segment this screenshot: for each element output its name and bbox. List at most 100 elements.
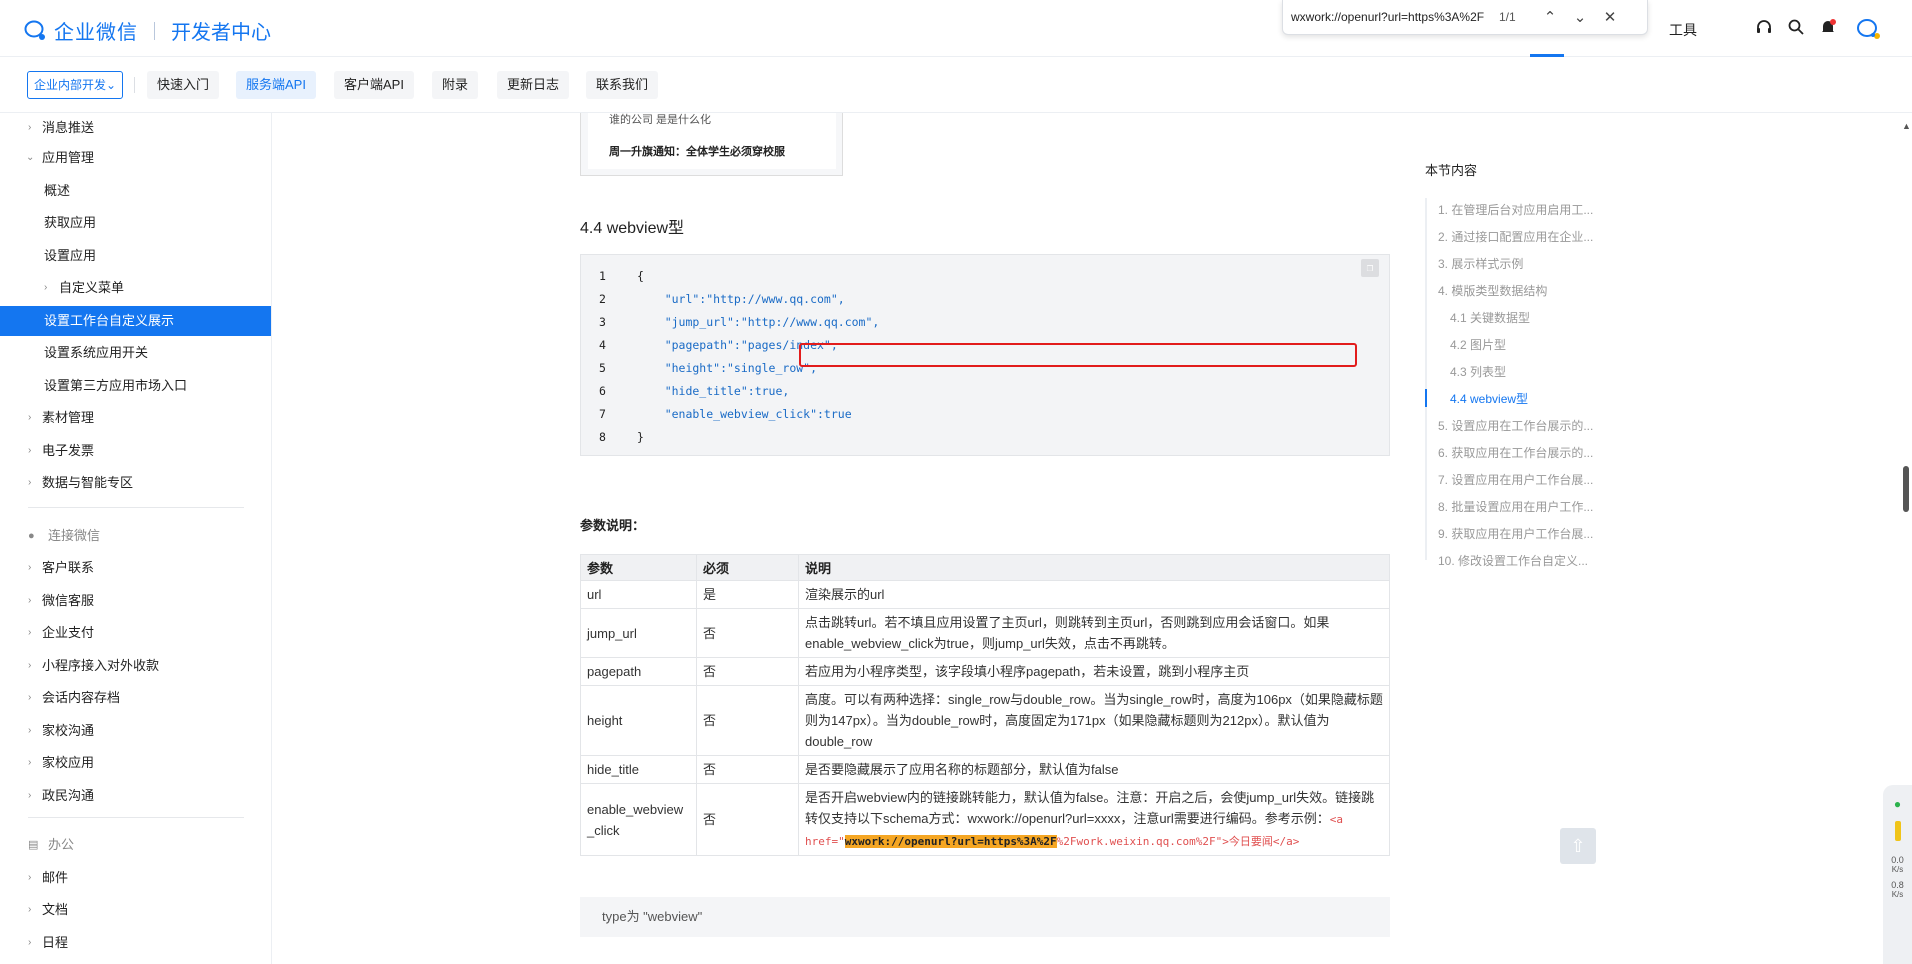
sidebar-item-third-party-market[interactable]: 设置第三方应用市场入口: [0, 371, 271, 401]
find-close-icon[interactable]: ✕: [1595, 8, 1625, 26]
find-next-icon[interactable]: ⌄: [1565, 8, 1595, 26]
sidebar-item-school-app[interactable]: › 家校应用: [0, 748, 271, 778]
code-text: {: [637, 269, 644, 283]
sidebar-item-gov-contact[interactable]: › 政民沟通: [0, 781, 271, 811]
sidebar-item-app-management[interactable]: ⌄ 应用管理: [0, 143, 271, 173]
sidebar-item-miniprogram-pay[interactable]: › 小程序接入对外收款: [0, 651, 271, 681]
chevron-right-icon: ›: [28, 692, 32, 703]
sidebar-item-set-app[interactable]: 设置应用: [0, 241, 271, 271]
tools-menu[interactable]: 工具: [1669, 20, 1697, 40]
sidebar-item-label: 设置应用: [44, 248, 97, 263]
nav-item-server-api[interactable]: 服务端API: [236, 71, 316, 99]
chevron-down-icon: ⌄: [105, 78, 117, 92]
sidebar-item-label: 邮件: [42, 870, 69, 885]
example-screenshot: 谁的公司 是是什么化 周一升旗通知：全体学生必须穿校服: [580, 113, 843, 176]
col-header-required: 必须: [696, 554, 799, 581]
code-text: "height":"single_row",: [637, 361, 818, 375]
toc-item[interactable]: 3. 展示样式示例: [1438, 255, 1523, 273]
toc-item[interactable]: 7. 设置应用在用户工作台展...: [1438, 471, 1593, 489]
param-desc: 渲染展示的url: [798, 580, 1390, 609]
back-to-top-button[interactable]: ⇧: [1560, 828, 1596, 864]
sidebar-item-data-intelligence[interactable]: › 数据与智能专区: [0, 468, 271, 498]
sidebar-item-label: 素材管理: [42, 410, 95, 425]
sidebar-item-enterprise-pay[interactable]: › 企业支付: [0, 618, 271, 648]
sidebar-item-label: 会话内容存档: [42, 690, 121, 705]
sidebar-item-custom-menu[interactable]: › 自定义菜单: [0, 273, 271, 303]
sidebar-item-docs[interactable]: › 文档: [0, 895, 271, 925]
sidebar-item-label: 应用管理: [42, 150, 95, 165]
toc-item[interactable]: 2. 通过接口配置应用在企业...: [1438, 228, 1593, 246]
chevron-right-icon: ›: [28, 872, 32, 883]
example-line: 谁的公司 是是什么化: [609, 114, 712, 126]
sidebar-item-workbench-display[interactable]: 设置工作台自定义展示: [0, 306, 271, 336]
toc-item[interactable]: 4.3 列表型: [1450, 363, 1506, 381]
download-unit: K/s: [1891, 890, 1904, 899]
params-table: 参数 必须 说明 url 是 渲染展示的url jump_url 否 点击跳转u…: [580, 554, 1390, 856]
sidebar-item-school-contact[interactable]: › 家校沟通: [0, 716, 271, 746]
toc-item[interactable]: 1. 在管理后台对应用启用工...: [1438, 201, 1593, 219]
logo[interactable]: 企业微信 开发者中心: [24, 16, 271, 45]
page-scroll-up-icon[interactable]: ▲: [1902, 121, 1911, 131]
sidebar-item-wechat-service[interactable]: › 微信客服: [0, 586, 271, 616]
sidebar-item-customer-contact[interactable]: › 客户联系: [0, 553, 271, 583]
line-number: 5: [599, 361, 606, 375]
download-speed: 0.8: [1891, 880, 1904, 890]
sidebar-item-mail[interactable]: › 邮件: [0, 863, 271, 893]
sidebar-item-material[interactable]: › 素材管理: [0, 403, 271, 433]
find-input[interactable]: wxwork://openurl?url=https%3A%2F: [1291, 10, 1499, 24]
sidebar-item-label: 消息推送: [42, 120, 95, 135]
copy-icon[interactable]: ❐: [1361, 259, 1379, 277]
chevron-right-icon: ›: [28, 122, 32, 133]
sidebar-item-message-push[interactable]: › 消息推送: [0, 113, 271, 143]
site-title: 开发者中心: [171, 22, 271, 44]
toc-item[interactable]: 6. 获取应用在工作台展示的...: [1438, 444, 1593, 462]
toc-item[interactable]: 5. 设置应用在工作台展示的...: [1438, 417, 1593, 435]
sidebar-item-overview[interactable]: 概述: [0, 176, 271, 206]
param-name: hide_title: [580, 755, 697, 784]
nav-item-changelog[interactable]: 更新日志: [497, 71, 570, 99]
code-text: "pagepath":"pages/index",: [637, 338, 838, 352]
upload-speed: 0.0: [1891, 855, 1904, 865]
page-scrollbar[interactable]: [1903, 466, 1909, 512]
bell-icon[interactable]: [1818, 18, 1838, 38]
headset-icon[interactable]: [1754, 18, 1774, 38]
main-nav: 企业内部开发⌄ 快速入门 服务端API 客户端API 附录 更新日志 联系我们: [0, 57, 1912, 113]
line-number: 6: [599, 384, 606, 398]
nav-item-client-api[interactable]: 客户端API: [334, 71, 414, 99]
toc-item[interactable]: 9. 获取应用在用户工作台展...: [1438, 525, 1593, 543]
sidebar-group-office: ▤ 办公: [0, 830, 271, 860]
sidebar-item-get-app[interactable]: 获取应用: [0, 208, 271, 238]
nav-item-appendix[interactable]: 附录: [432, 71, 479, 99]
code-text: "url":"http://www.qq.com",: [637, 292, 845, 306]
toc-item-active[interactable]: 4.4 webview型: [1450, 390, 1528, 408]
sidebar-group-connect-wechat: ● 连接微信: [0, 521, 271, 551]
nav-item-quickstart[interactable]: 快速入门: [147, 71, 220, 99]
search-icon[interactable]: [1786, 18, 1806, 38]
sidebar-item-chat-archive[interactable]: › 会话内容存档: [0, 683, 271, 713]
chevron-right-icon: ›: [28, 477, 32, 488]
sidebar-item-e-invoice[interactable]: › 电子发票: [0, 436, 271, 466]
sidebar-item-label: 日程: [42, 935, 69, 950]
sidebar-divider: [28, 507, 244, 508]
chevron-right-icon: ›: [44, 282, 48, 293]
toc-item[interactable]: 4.2 图片型: [1450, 336, 1506, 354]
upload-unit: K/s: [1891, 865, 1904, 874]
param-name: pagepath: [580, 657, 697, 686]
wecom-icon[interactable]: [1856, 18, 1882, 39]
dept-dropdown-button[interactable]: 企业内部开发⌄: [27, 71, 123, 99]
sidebar-item-system-app-switch[interactable]: 设置系统应用开关: [0, 338, 271, 368]
dept-dropdown-label: 企业内部开发: [33, 78, 106, 92]
find-previous-icon[interactable]: ⌃: [1535, 8, 1565, 26]
office-icon: ▤: [28, 839, 39, 851]
sidebar-item-label: 数据与智能专区: [42, 475, 134, 490]
toc-item[interactable]: 4.1 关键数据型: [1450, 309, 1530, 327]
param-required: 否: [696, 685, 799, 756]
code-text: "jump_url":"http://www.qq.com",: [637, 315, 880, 329]
toc-item[interactable]: 10. 修改设置工作台自定义...: [1438, 552, 1588, 570]
toc-item[interactable]: 4. 模版类型数据结构: [1438, 282, 1547, 300]
nav-item-contact[interactable]: 联系我们: [586, 71, 659, 99]
chevron-right-icon: ›: [28, 790, 32, 801]
sidebar-item-calendar[interactable]: › 日程: [0, 928, 271, 958]
chevron-right-icon: ›: [28, 412, 32, 423]
toc-item[interactable]: 8. 批量设置应用在用户工作...: [1438, 498, 1593, 516]
